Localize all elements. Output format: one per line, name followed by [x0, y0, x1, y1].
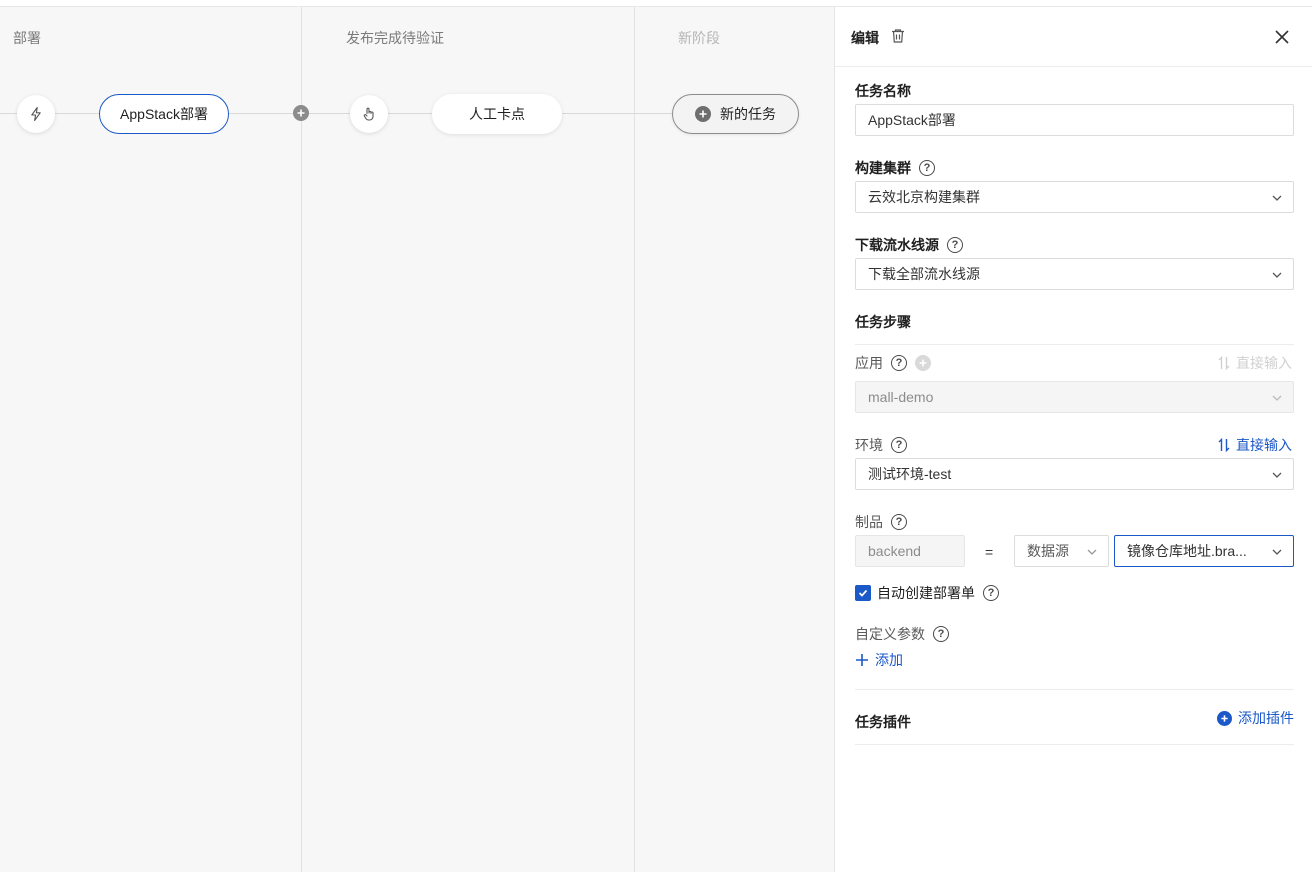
chevron-down-icon	[1272, 195, 1282, 201]
top-strip	[0, 0, 1312, 7]
swap-icon	[1218, 438, 1230, 452]
env-label: 环境 ?	[855, 435, 907, 455]
help-icon[interactable]: ?	[891, 355, 907, 371]
env-select[interactable]: 测试环境-test	[855, 458, 1294, 490]
task-manual-checkpoint[interactable]: 人工卡点	[432, 94, 562, 134]
download-source-label: 下载流水线源 ?	[855, 235, 963, 255]
env-direct-input-link[interactable]: 直接输入	[1218, 435, 1292, 455]
connector-line	[560, 113, 674, 114]
stage-title-new: 新阶段	[678, 30, 720, 46]
help-icon[interactable]: ?	[933, 626, 949, 642]
artifact-name-field: backend	[855, 535, 965, 567]
chevron-down-icon	[1087, 549, 1097, 555]
auto-create-checkbox[interactable]	[855, 585, 871, 601]
add-param-button[interactable]: 添加	[855, 650, 903, 670]
help-icon[interactable]: ?	[891, 514, 907, 530]
stage-divider	[301, 7, 302, 872]
panel-header: 编辑	[835, 7, 1312, 67]
chevron-down-icon	[1272, 472, 1282, 478]
task-label: AppStack部署	[120, 106, 208, 122]
auto-create-label: 自动创建部署单 ?	[877, 583, 999, 603]
app-direct-input-link[interactable]: 直接输入	[1218, 353, 1292, 373]
manual-trigger-node[interactable]	[350, 95, 388, 133]
chevron-down-icon	[1272, 272, 1282, 278]
stage-title-deploy: 部署	[13, 30, 41, 46]
build-cluster-label: 构建集群 ?	[855, 158, 935, 178]
stage-divider	[634, 7, 635, 872]
artifact-label: 制品 ?	[855, 512, 907, 532]
chevron-down-icon	[1272, 395, 1282, 401]
task-steps-title: 任务步骤	[855, 314, 911, 330]
connector-line	[53, 113, 101, 114]
section-divider	[855, 744, 1294, 745]
help-icon[interactable]: ?	[983, 585, 999, 601]
panel-title: 编辑	[851, 30, 879, 46]
task-plugins-label: 任务插件	[855, 714, 911, 730]
task-name-label: 任务名称	[855, 83, 911, 99]
new-task-button[interactable]: 新的任务	[672, 94, 799, 134]
add-circle-icon	[695, 106, 711, 122]
stage-title-verify: 发布完成待验证	[346, 30, 444, 46]
section-divider	[855, 689, 1294, 690]
add-circle-icon	[1217, 710, 1232, 726]
help-icon[interactable]: ?	[919, 160, 935, 176]
custom-params-label: 自定义参数 ?	[855, 624, 949, 644]
swap-icon	[1218, 356, 1230, 370]
app-label: 应用 ?	[855, 353, 931, 373]
chevron-down-icon	[1272, 549, 1282, 555]
artifact-value-select[interactable]: 镜像仓库地址.bra...	[1114, 535, 1294, 567]
connector-line	[228, 113, 352, 114]
close-icon[interactable]	[1273, 28, 1291, 46]
trigger-node[interactable]	[17, 95, 55, 133]
pipeline-canvas: 部署 发布完成待验证 新阶段 AppStack部署 人工卡点 新的任务	[0, 7, 834, 872]
app-select: mall-demo	[855, 381, 1294, 413]
task-name-input[interactable]: AppStack部署	[855, 104, 1294, 136]
add-stage-button[interactable]	[293, 105, 309, 121]
plus-icon	[856, 654, 868, 666]
equals-sign: =	[985, 544, 994, 560]
task-appstack-deploy[interactable]: AppStack部署	[99, 94, 229, 134]
help-icon[interactable]: ?	[947, 237, 963, 253]
hand-pointer-icon	[363, 107, 374, 121]
plus-icon	[297, 109, 305, 117]
task-label: 人工卡点	[469, 106, 525, 122]
edit-panel: 编辑 任务名称 AppStack部署 构建集群 ? 云效北京构建集群 下载流水线…	[834, 7, 1312, 872]
build-cluster-select[interactable]: 云效北京构建集群	[855, 181, 1294, 213]
trash-icon[interactable]	[890, 28, 906, 44]
add-app-icon[interactable]	[915, 355, 931, 371]
add-plugin-button[interactable]: 添加插件	[1217, 708, 1294, 728]
connector-line	[386, 113, 434, 114]
section-divider	[855, 344, 1294, 345]
artifact-source-select[interactable]: 数据源	[1014, 535, 1109, 567]
help-icon[interactable]: ?	[891, 437, 907, 453]
lightning-icon	[31, 106, 41, 122]
download-source-select[interactable]: 下载全部流水线源	[855, 258, 1294, 290]
check-icon	[858, 589, 868, 597]
new-task-label: 新的任务	[720, 106, 776, 122]
